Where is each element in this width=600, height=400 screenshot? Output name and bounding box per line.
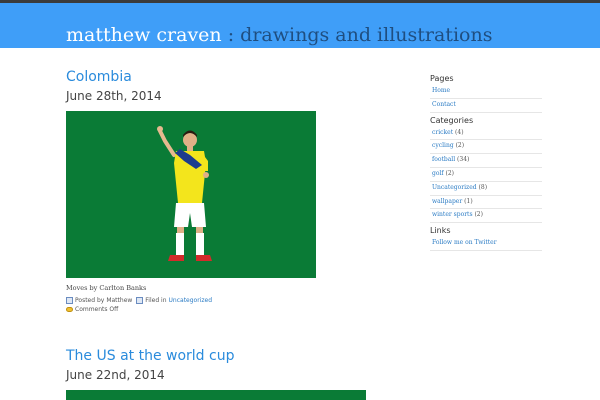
category-item-wallpaper[interactable]: wallpaper (1) <box>430 196 542 210</box>
category-count: (2) <box>455 142 465 150</box>
category-count: (1) <box>464 197 473 205</box>
links-list: Follow me on Twitter <box>430 237 542 251</box>
pages-list: Home Contact <box>430 85 542 113</box>
post-image-us-world-cup[interactable] <box>66 390 366 400</box>
category-item-winter-sports[interactable]: winter sports (2) <box>430 209 542 224</box>
post-date: June 28th, 2014 <box>66 89 162 103</box>
site-header: matthew craven : drawings and illustrati… <box>0 3 600 48</box>
site-tagline: drawings and illustrations <box>240 24 493 46</box>
post-meta: Posted by Matthew Filed in Uncategorized <box>66 297 212 304</box>
category-item-golf[interactable]: golf (2) <box>430 168 542 182</box>
sidebar-item-contact[interactable]: Contact <box>430 99 542 113</box>
site-title[interactable]: matthew craven : drawings and illustrati… <box>66 22 492 48</box>
sidebar-heading-categories: Categories <box>430 115 474 125</box>
category-label[interactable]: cycling <box>432 142 454 149</box>
sidebar-item-home[interactable]: Home <box>430 85 542 99</box>
category-label[interactable]: winter sports <box>432 211 473 218</box>
category-count: (34) <box>457 156 470 164</box>
post-title-colombia[interactable]: Colombia <box>66 69 132 85</box>
post-comments: Comments Off <box>66 306 118 313</box>
sidebar-heading-pages: Pages <box>430 74 454 83</box>
categories-list: cricket (4) cycling (2) football (34) go… <box>430 127 542 224</box>
category-count: (2) <box>445 169 455 177</box>
sidebar: Pages Home Contact Categories cricket (4… <box>430 73 542 253</box>
category-label[interactable]: golf <box>432 170 444 177</box>
title-separator: : <box>227 24 235 46</box>
category-count: (2) <box>474 211 483 219</box>
category-count: (4) <box>455 128 464 136</box>
category-item-uncategorized[interactable]: Uncategorized (8) <box>430 182 542 196</box>
filed-in-label: Filed in <box>145 297 167 304</box>
author-icon <box>66 297 73 304</box>
posted-by-label: Posted by <box>75 297 105 304</box>
category-count: (8) <box>478 183 488 191</box>
post-caption: Moves by Carlton Banks <box>66 284 147 292</box>
category-label[interactable]: football <box>432 156 455 163</box>
post-image-colombia[interactable] <box>66 111 316 278</box>
site-name[interactable]: matthew craven <box>66 24 222 46</box>
link-item-twitter[interactable]: Follow me on Twitter <box>430 237 542 251</box>
category-item-cycling[interactable]: cycling (2) <box>430 140 542 155</box>
category-label[interactable]: cricket <box>432 129 453 136</box>
category-label[interactable]: Uncategorized <box>432 184 477 191</box>
sidebar-heading-links: Links <box>430 226 451 236</box>
folder-icon <box>136 297 144 304</box>
post-title-us-world-cup[interactable]: The US at the world cup <box>66 348 234 364</box>
category-item-football[interactable]: football (34) <box>430 154 542 168</box>
post-author: Matthew <box>106 297 133 304</box>
category-item-cricket[interactable]: cricket (4) <box>430 127 542 141</box>
comments-status: Comments Off <box>75 306 119 313</box>
post-date: June 22nd, 2014 <box>66 368 165 382</box>
footballer-illustration <box>157 126 212 261</box>
post-category-link[interactable]: Uncategorized <box>169 297 212 304</box>
category-label[interactable]: wallpaper <box>432 198 462 205</box>
comment-icon <box>66 307 73 312</box>
